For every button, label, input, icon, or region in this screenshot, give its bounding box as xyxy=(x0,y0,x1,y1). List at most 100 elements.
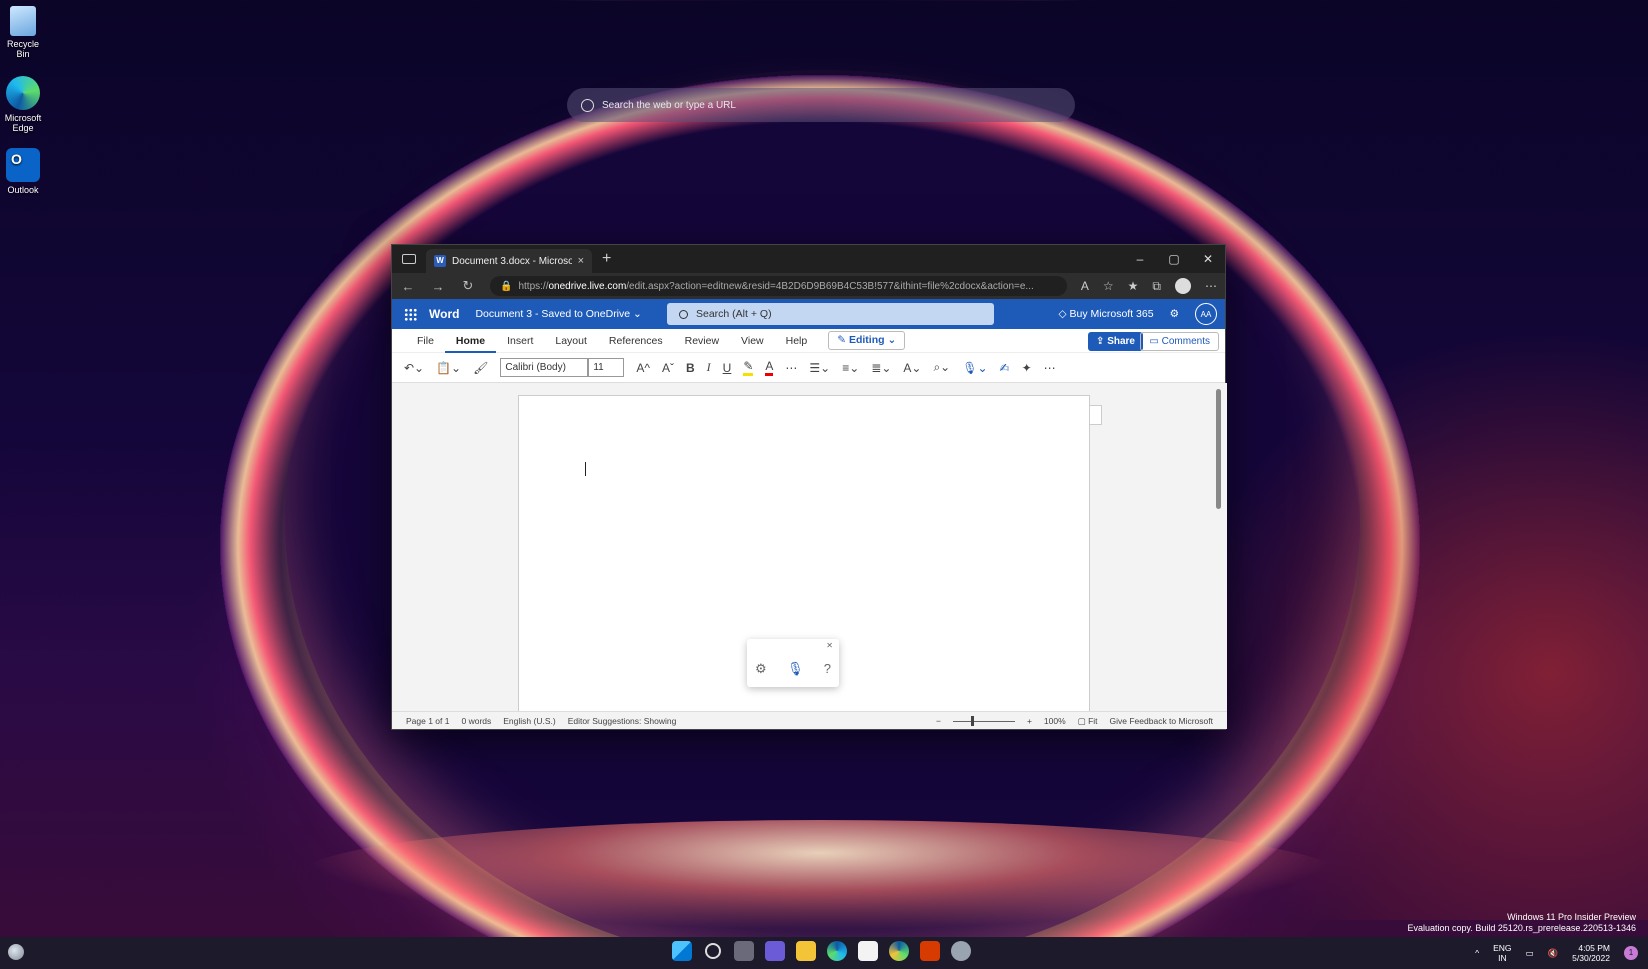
tab-home[interactable]: Home xyxy=(444,329,497,353)
maximize-button[interactable]: ▢ xyxy=(1157,245,1191,273)
desktop-icon-edge[interactable]: Microsoft Edge xyxy=(2,76,44,133)
dictation-settings-icon[interactable]: ⚙ xyxy=(755,661,767,677)
add-favorite-icon[interactable]: ☆ xyxy=(1103,279,1114,293)
file-explorer-icon[interactable] xyxy=(796,941,816,961)
chevron-up-icon[interactable]: ^ xyxy=(1475,948,1479,958)
tab-help[interactable]: Help xyxy=(775,329,819,353)
tab-layout[interactable]: Layout xyxy=(544,329,598,353)
settings-gear-icon[interactable]: ⚙ xyxy=(1170,308,1179,320)
address-bar[interactable]: 🔒 https://onedrive.live.com/edit.aspx?ac… xyxy=(490,276,1067,296)
network-icon[interactable]: ▭ xyxy=(1526,948,1534,959)
language-indicator[interactable]: English (U.S.) xyxy=(503,716,555,726)
start-icon[interactable] xyxy=(672,941,692,961)
chat-icon[interactable] xyxy=(765,941,785,961)
tab-view[interactable]: View xyxy=(730,329,775,353)
app-launcher-icon[interactable] xyxy=(404,307,417,321)
dictate-icon[interactable]: 🎙⌄ xyxy=(962,361,987,375)
font-color-icon[interactable]: A xyxy=(765,359,774,376)
language-switcher[interactable]: ENG IN xyxy=(1493,943,1511,963)
find-icon[interactable]: ⌕⌄ xyxy=(933,360,950,375)
numbering-icon[interactable]: ≡⌄ xyxy=(842,361,859,375)
more-font-options-icon[interactable]: ⋯ xyxy=(785,361,797,375)
text-cursor xyxy=(585,462,586,476)
word-count[interactable]: 0 words xyxy=(461,716,491,726)
document-title[interactable]: Document 3 - Saved to OneDrive ⌄ xyxy=(475,308,641,320)
tab-references[interactable]: References xyxy=(598,329,674,353)
volume-muted-icon[interactable]: 🔇 xyxy=(1548,948,1559,959)
bold-icon[interactable]: B xyxy=(686,361,695,375)
refresh-icon[interactable]: ↻ xyxy=(460,278,476,294)
word-app-name[interactable]: Word xyxy=(429,307,459,321)
page-count[interactable]: Page 1 of 1 xyxy=(406,716,449,726)
undo-icon[interactable]: ↶⌄ xyxy=(404,361,424,375)
editor-suggestions[interactable]: Editor Suggestions: Showing xyxy=(568,716,677,726)
store-icon[interactable] xyxy=(858,941,878,961)
align-icon[interactable]: ≣⌄ xyxy=(871,361,891,375)
favorites-icon[interactable]: ★ xyxy=(1128,279,1139,293)
font-size-select[interactable]: 11 xyxy=(588,358,625,377)
buy-label: Buy Microsoft 365 xyxy=(1069,308,1154,320)
weather-widget-icon[interactable] xyxy=(8,944,24,960)
dictation-close-icon[interactable]: ✕ xyxy=(826,641,833,650)
format-painter-icon[interactable]: 🖌 xyxy=(473,361,488,375)
settings-taskbar-icon[interactable] xyxy=(951,941,971,961)
task-view-icon[interactable] xyxy=(734,941,754,961)
browser-tab[interactable]: W Document 3.docx - Microsoft Wo × xyxy=(426,249,592,273)
zoom-out-icon[interactable]: − xyxy=(936,716,941,726)
zoom-slider[interactable] xyxy=(952,715,1015,726)
tab-insert[interactable]: Insert xyxy=(496,329,544,353)
bullets-icon[interactable]: ☰⌄ xyxy=(809,361,830,375)
collections-icon[interactable]: ⧉ xyxy=(1152,279,1161,294)
profile-icon[interactable] xyxy=(1175,278,1191,294)
highlight-icon[interactable]: ✎ xyxy=(743,359,754,376)
back-icon[interactable]: ← xyxy=(400,279,416,294)
notification-badge[interactable]: 1 xyxy=(1624,946,1638,960)
close-window-button[interactable]: ✕ xyxy=(1191,245,1225,273)
help-icon[interactable]: ? xyxy=(824,661,831,677)
more-options-icon[interactable]: ⋯ xyxy=(1044,361,1056,375)
user-avatar[interactable]: AA xyxy=(1195,303,1217,325)
tab-file[interactable]: File xyxy=(406,329,445,353)
wallpaper-glow-bottom xyxy=(300,820,1340,930)
search-taskbar-icon[interactable] xyxy=(705,943,721,959)
tab-close-icon[interactable]: × xyxy=(578,255,584,267)
shrink-font-icon[interactable]: Aˇ xyxy=(662,361,674,375)
read-aloud-icon[interactable]: A xyxy=(1081,279,1089,293)
more-icon[interactable]: ⋯ xyxy=(1205,279,1217,293)
newtab-search-bar[interactable]: Search the web or type a URL xyxy=(567,88,1075,122)
microphone-icon[interactable]: 🎙 xyxy=(787,661,804,677)
desktop-icon-outlook[interactable]: Outlook xyxy=(2,148,44,195)
editing-mode-button[interactable]: ✎ Editing ⌄ xyxy=(828,331,906,350)
zoom-level[interactable]: 100% xyxy=(1044,716,1066,726)
styles-icon[interactable]: A⌄ xyxy=(903,361,921,375)
underline-icon[interactable]: U xyxy=(723,361,732,375)
italic-icon[interactable]: I xyxy=(707,360,711,375)
buy-microsoft-365-link[interactable]: ◇ Buy Microsoft 365 xyxy=(1059,308,1154,320)
forward-icon[interactable]: → xyxy=(430,279,446,294)
designer-icon[interactable]: ✦ xyxy=(1022,361,1032,375)
grow-font-icon[interactable]: A^ xyxy=(636,361,650,375)
edge-taskbar-icon[interactable] xyxy=(827,941,847,961)
share-button[interactable]: ⇪ Share xyxy=(1088,332,1143,351)
font-name-select[interactable]: Calibri (Body) xyxy=(500,358,589,377)
desktop-icon-label: Microsoft Edge xyxy=(4,113,42,133)
fit-button[interactable]: ▢ Fit xyxy=(1078,716,1098,727)
search-icon xyxy=(679,309,688,319)
clock[interactable]: 4:05 PM 5/30/2022 xyxy=(1572,943,1610,963)
vertical-scrollbar[interactable] xyxy=(1216,389,1221,509)
office-icon[interactable] xyxy=(920,941,940,961)
minimize-button[interactable]: – xyxy=(1123,245,1157,273)
feedback-link[interactable]: Give Feedback to Microsoft xyxy=(1110,716,1213,726)
word-app-bar: Word Document 3 - Saved to OneDrive ⌄ Se… xyxy=(392,299,1225,329)
tab-review[interactable]: Review xyxy=(674,329,730,353)
zoom-in-icon[interactable]: + xyxy=(1027,716,1032,726)
comments-button[interactable]: ▭ Comments xyxy=(1140,332,1219,351)
editor-icon[interactable]: ✍ xyxy=(1000,361,1010,375)
new-tab-button[interactable]: + xyxy=(602,250,611,268)
tab-actions-icon[interactable] xyxy=(402,254,416,264)
word-search-box[interactable]: Search (Alt + Q) xyxy=(667,303,994,325)
desktop-icon-recycle-bin[interactable]: Recycle Bin xyxy=(2,6,44,59)
url-text: https://onedrive.live.com/edit.aspx?acti… xyxy=(518,281,1033,292)
clipboard-icon[interactable]: 📋⌄ xyxy=(436,361,461,375)
edge-beta-icon[interactable] xyxy=(889,941,909,961)
